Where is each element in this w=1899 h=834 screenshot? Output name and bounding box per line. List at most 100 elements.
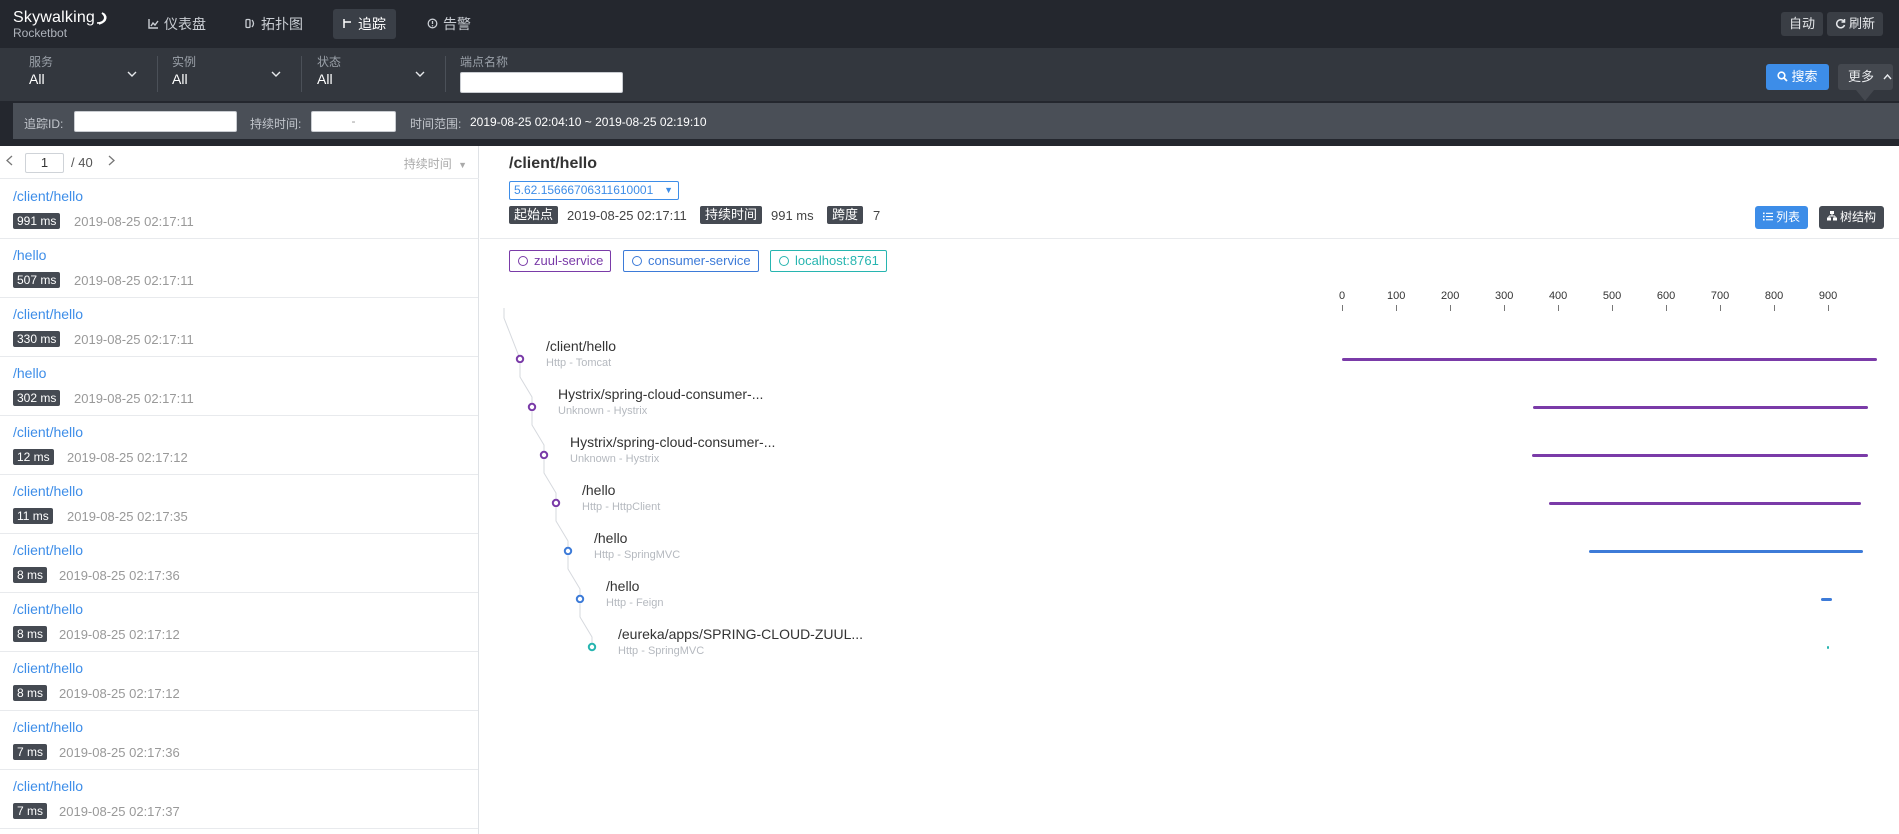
auto-refresh-button[interactable]: 自动 xyxy=(1781,12,1824,36)
trace-start-time: 2019-08-25 02:17:11 xyxy=(74,214,194,229)
trace-endpoint-link[interactable]: /client/hello xyxy=(13,306,83,322)
trace-endpoint-link[interactable]: /client/hello xyxy=(13,424,83,440)
trace-start-time: 2019-08-25 02:17:11 xyxy=(74,332,194,347)
service-select-label: 服务 xyxy=(29,55,54,69)
trace-start-time: 2019-08-25 02:17:36 xyxy=(59,568,180,583)
nav-dashboard[interactable]: 仪表盘 xyxy=(139,9,216,39)
brand-name: Skywalking xyxy=(13,9,96,26)
top-nav: Skywalking Rocketbot 仪表盘 拓扑图 追踪 告警 自动 刷新 xyxy=(0,0,1899,48)
instance-select[interactable]: 实例 All xyxy=(172,53,284,97)
divider xyxy=(445,56,446,92)
trace-list-item[interactable]: /client/hello 991 ms 2019-08-25 02:17:11 xyxy=(0,180,478,239)
trace-endpoint-link[interactable]: /client/hello xyxy=(13,188,83,204)
logo: Skywalking Rocketbot xyxy=(13,9,108,43)
trace-list-item[interactable]: /client/hello 11 ms 2019-08-25 02:17:35 xyxy=(0,475,478,534)
trace-detail-pane: /client/hello 5.62.15666706311610001 ▼ 起… xyxy=(480,146,1899,834)
duration-badge: 991 ms xyxy=(13,213,61,229)
alarm-icon xyxy=(427,10,438,40)
duration-input[interactable]: - xyxy=(311,111,396,132)
trace-start-time: 2019-08-25 02:17:12 xyxy=(59,686,180,701)
span-node-icon[interactable] xyxy=(587,642,597,652)
advanced-filter-panel: 追踪ID: 持续时间: - 时间范围: 2019-08-25 02:04:10 … xyxy=(13,103,1899,139)
span-duration-bar[interactable] xyxy=(1589,550,1864,553)
trace-endpoint-link[interactable]: /client/hello xyxy=(13,601,83,617)
duration-badge: 11 ms xyxy=(13,508,53,524)
trace-start-time: 2019-08-25 02:17:11 xyxy=(74,273,194,288)
trace-list-item[interactable]: /client/hello 8 ms 2019-08-25 02:17:12 xyxy=(0,593,478,652)
span-duration-bar[interactable] xyxy=(1532,406,1868,409)
search-label: 搜索 xyxy=(1791,69,1818,84)
topology-icon xyxy=(245,10,256,40)
trace-endpoint-link[interactable]: /hello xyxy=(13,365,46,381)
trace-list-item[interactable]: /client/hello 7 ms 2019-08-25 02:17:37 xyxy=(0,770,478,829)
span-node-icon[interactable] xyxy=(527,402,537,412)
duration-badge: 302 ms xyxy=(13,390,61,406)
span-duration-bar[interactable] xyxy=(1532,454,1868,457)
status-select[interactable]: 状态 All xyxy=(317,53,429,97)
span-tree-connectors xyxy=(503,308,597,652)
span-node-icon[interactable] xyxy=(539,450,549,460)
span-name[interactable]: Hystrix/spring-cloud-consumer-... xyxy=(570,434,775,450)
span-duration-bar[interactable] xyxy=(1548,502,1861,505)
sort-label: 持续时间 xyxy=(403,157,452,171)
search-button[interactable]: 搜索 xyxy=(1766,64,1829,90)
span-node-icon[interactable] xyxy=(563,546,573,556)
trace-list-item[interactable]: /client/hello 7 ms 2019-08-25 02:17:36 xyxy=(0,711,478,770)
span-node-icon[interactable] xyxy=(515,354,525,364)
logo-swirl-icon xyxy=(96,12,107,25)
span-duration-bar[interactable] xyxy=(1820,598,1832,601)
service-select[interactable]: 服务 All xyxy=(29,53,141,97)
chevron-down-icon xyxy=(271,71,281,77)
trace-endpoint-link[interactable]: /client/hello xyxy=(13,719,83,735)
instance-select-value: All xyxy=(172,71,188,87)
refresh-icon xyxy=(1835,19,1846,29)
trace-list-item[interactable]: /client/hello 8 ms 2019-08-25 02:17:36 xyxy=(0,534,478,593)
trace-list-item[interactable]: /client/hello 8 ms 2019-08-25 02:17:12 xyxy=(0,652,478,711)
span-name[interactable]: /client/hello xyxy=(546,338,616,354)
trace-id-input[interactable] xyxy=(74,111,237,132)
sort-select[interactable]: 持续时间 ▼ xyxy=(404,155,467,172)
span-name[interactable]: /hello xyxy=(594,530,627,546)
span-node-icon[interactable] xyxy=(551,498,561,508)
span-name[interactable]: /eureka/apps/SPRING-CLOUD-ZUUL... xyxy=(618,626,863,642)
span-name[interactable]: /hello xyxy=(606,578,639,594)
trace-endpoint-link[interactable]: /client/hello xyxy=(13,542,83,558)
trace-list-item[interactable]: /client/hello 330 ms 2019-08-25 02:17:11 xyxy=(0,298,478,357)
chevron-left-icon[interactable] xyxy=(6,155,13,166)
nav-topology[interactable]: 拓扑图 xyxy=(236,9,313,39)
trace-list-item[interactable]: /hello 302 ms 2019-08-25 02:17:11 xyxy=(0,357,478,416)
span-name[interactable]: Hystrix/spring-cloud-consumer-... xyxy=(558,386,763,402)
trace-list-item[interactable]: /client/hello 12 ms 2019-08-25 02:17:12 xyxy=(0,416,478,475)
endpoint-input[interactable] xyxy=(460,72,623,93)
refresh-button[interactable]: 刷新 xyxy=(1827,12,1884,36)
trace-list-item[interactable]: /hello 507 ms 2019-08-25 02:17:11 xyxy=(0,239,478,298)
time-range-value[interactable]: 2019-08-25 02:04:10 ~ 2019-08-25 02:19:1… xyxy=(470,115,707,129)
trace-endpoint-link[interactable]: /client/hello xyxy=(13,660,83,676)
chevron-down-icon xyxy=(127,71,137,77)
span-duration-bar[interactable] xyxy=(1342,358,1877,361)
chevron-up-icon xyxy=(1883,73,1892,80)
duration-badge: 330 ms xyxy=(13,331,61,347)
more-button[interactable]: 更多 xyxy=(1838,64,1893,90)
status-select-value: All xyxy=(317,71,333,87)
nav-trace[interactable]: 追踪 xyxy=(333,9,396,39)
nav-alarm[interactable]: 告警 xyxy=(418,9,481,39)
trace-endpoint-link[interactable]: /hello xyxy=(13,247,46,263)
divider xyxy=(157,56,158,92)
advanced-filter-bar: 追踪ID: 持续时间: - 时间范围: 2019-08-25 02:04:10 … xyxy=(0,101,1899,146)
trace-endpoint-link[interactable]: /client/hello xyxy=(13,778,83,794)
span-layer-component: Http - HttpClient xyxy=(582,501,661,513)
page-number-input[interactable]: 1 xyxy=(25,153,64,173)
trace-endpoint-link[interactable]: /client/hello xyxy=(13,483,83,499)
span-name[interactable]: /hello xyxy=(582,482,615,498)
trace-start-time: 2019-08-25 02:17:36 xyxy=(59,745,180,760)
trace-start-time: 2019-08-25 02:17:12 xyxy=(59,627,180,642)
span-node-icon[interactable] xyxy=(575,594,585,604)
trace-start-time: 2019-08-25 02:17:35 xyxy=(67,509,188,524)
chevron-right-icon[interactable] xyxy=(108,155,115,166)
duration-badge: 12 ms xyxy=(13,449,54,465)
span-layer-component: Unknown - Hystrix xyxy=(558,405,648,417)
trace-icon xyxy=(342,10,353,40)
trace-start-time: 2019-08-25 02:17:11 xyxy=(74,391,194,406)
duration-badge: 8 ms xyxy=(13,626,48,642)
